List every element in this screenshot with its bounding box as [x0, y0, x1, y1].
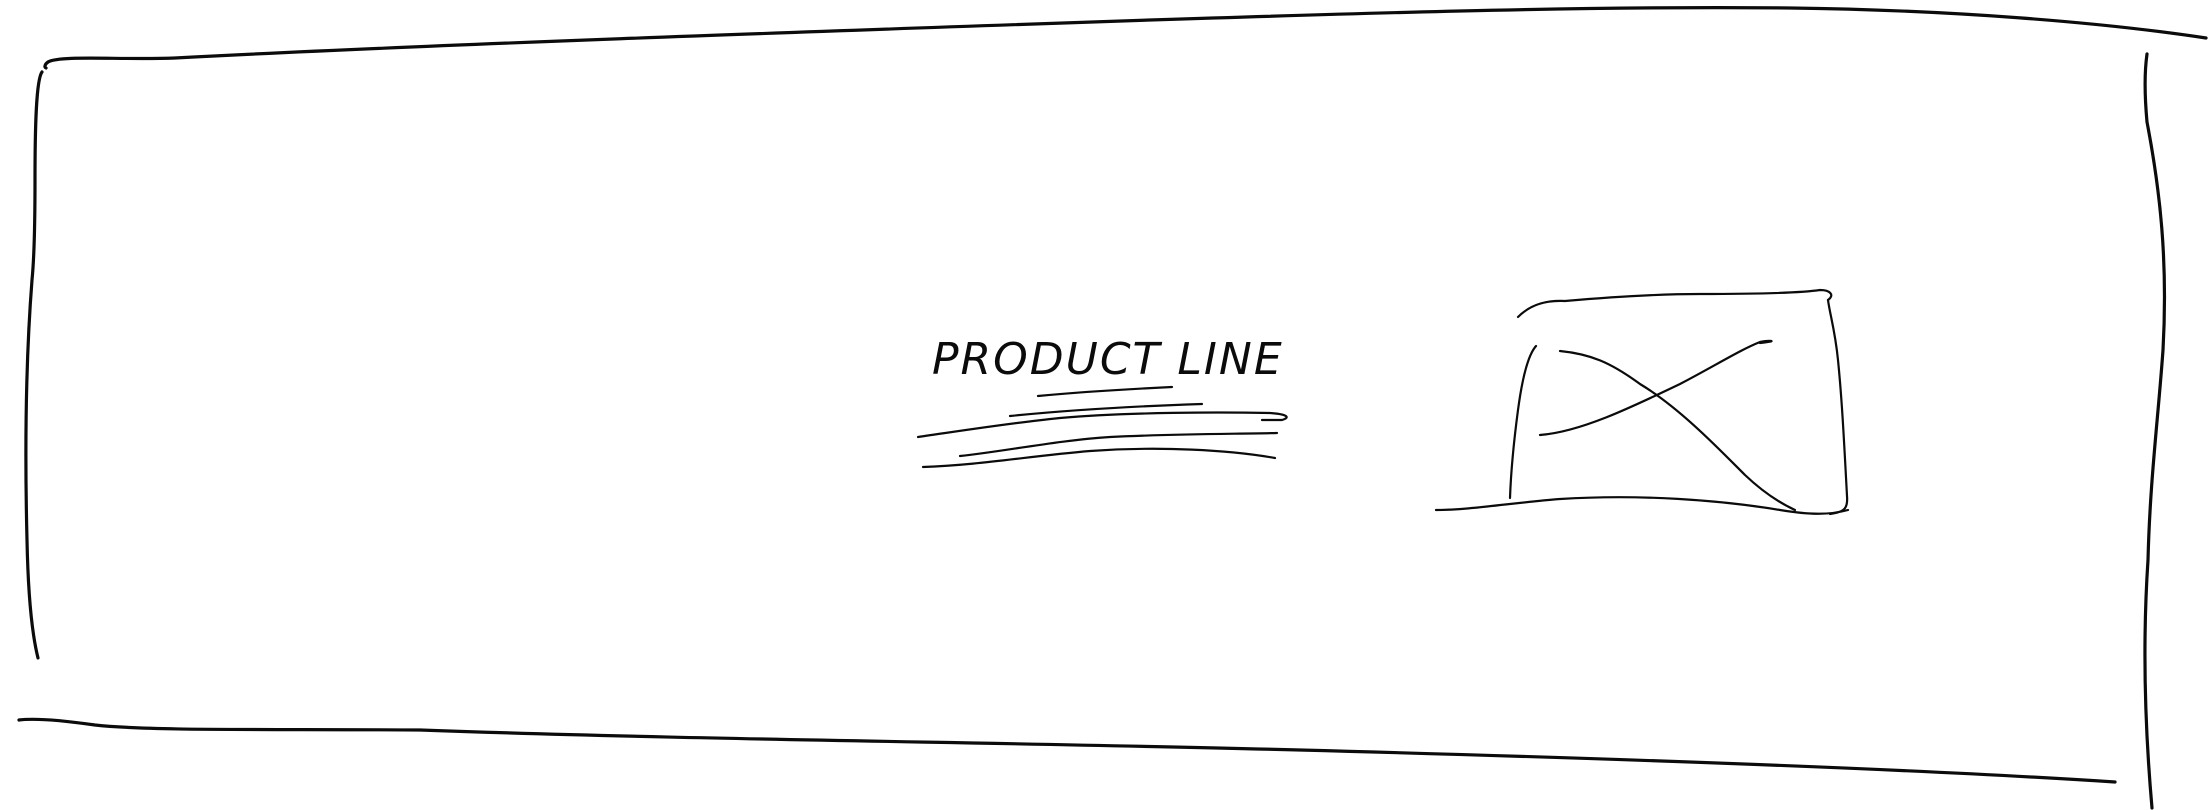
image-placeholder-icon — [1434, 288, 1850, 516]
frame-top-left-corner — [43, 60, 50, 70]
image-x-stroke-b — [1538, 339, 1773, 437]
text-line — [1036, 385, 1174, 398]
image-box-top — [1516, 288, 1833, 319]
frame-top-edge — [46, 6, 2208, 64]
image-box-left — [1508, 344, 1538, 500]
text-line — [921, 447, 1277, 469]
image-box-right — [1826, 298, 1849, 516]
image-placeholder — [1434, 288, 1850, 516]
frame-right-edge — [2143, 52, 2167, 810]
frame-left-edge — [24, 70, 44, 660]
body-text-lines — [916, 385, 1288, 469]
product-line-heading: PRODUCT LINE — [932, 334, 1284, 385]
image-x-stroke-a — [1558, 349, 1797, 512]
wireframe-sketch: PRODUCT LINE — [17, 6, 2208, 810]
frame-bottom-edge — [17, 717, 2117, 784]
